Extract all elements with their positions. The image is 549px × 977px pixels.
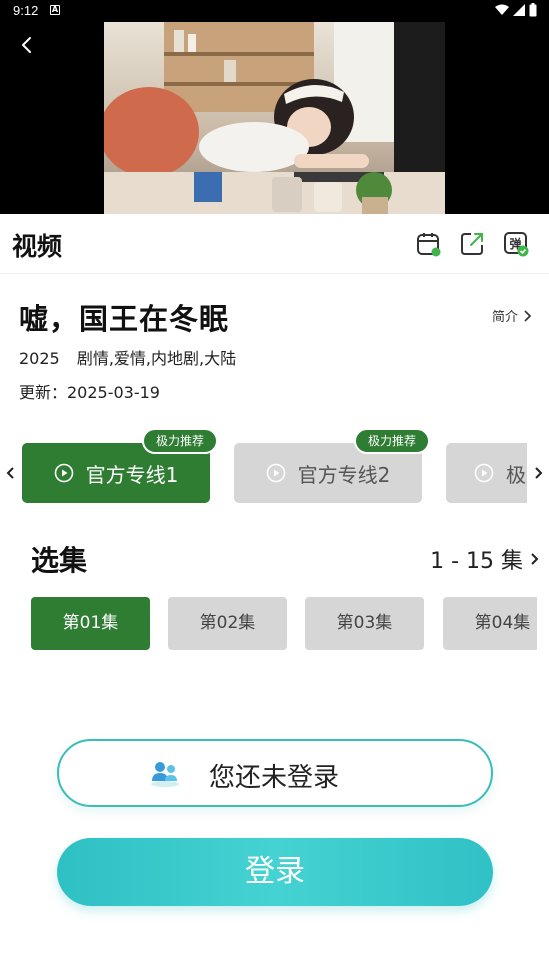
show-year: 2025 (19, 349, 60, 368)
video-player[interactable]: 9:12 A (0, 0, 549, 214)
recommend-badge: 极力推荐 (354, 428, 431, 454)
share-icon[interactable] (459, 231, 485, 257)
episodes-title: 选集 (31, 544, 88, 577)
notification-a-icon: A (50, 5, 60, 15)
login-status-card[interactable]: 您还未登录 (57, 739, 493, 807)
show-update: 更新：2025-03-19 (19, 383, 160, 402)
chevron-right-icon[interactable] (533, 463, 545, 483)
show-title: 嘘，国王在冬眠 (19, 302, 230, 336)
play-circle-icon (266, 463, 285, 483)
episode-item-3[interactable]: 第03集 (305, 597, 424, 650)
episode-item-4[interactable]: 第04集 (443, 597, 537, 650)
play-circle-icon (474, 463, 494, 483)
show-meta: 2025 剧情,爱情,内地剧,大陆 (19, 345, 236, 369)
episodes-range[interactable]: 1 - 15 集 (430, 543, 539, 575)
episode-list: 第01集 第02集 第03集 第04集 (31, 597, 537, 651)
source-label: 官方专线1 (85, 462, 179, 487)
episode-item-1[interactable]: 第01集 (31, 597, 150, 650)
source-item-3[interactable]: 极 (446, 443, 527, 503)
battery-icon (529, 3, 537, 17)
intro-label: 简介 (491, 310, 518, 325)
page-title: 视频 (12, 232, 63, 261)
source-label: 极 (506, 462, 526, 487)
chevron-left-icon[interactable] (4, 463, 16, 483)
status-bar: 9:12 A (0, 0, 549, 22)
chevron-right-icon (531, 553, 539, 565)
danmaku-icon[interactable]: 弹 (503, 231, 529, 257)
users-icon (151, 762, 179, 787)
login-status-text: 您还未登录 (209, 763, 340, 793)
wifi-icon (495, 4, 509, 15)
signal-icon (513, 4, 525, 16)
intro-link[interactable]: 简介 (492, 306, 532, 325)
source-label: 官方专线2 (297, 462, 391, 487)
page-header: 视频 弹 (0, 214, 549, 274)
status-icons (495, 3, 537, 17)
episodes-range-label: 1 - 15 集 (430, 549, 523, 574)
back-arrow-icon[interactable] (16, 34, 38, 56)
video-scene-image (104, 22, 445, 214)
show-genres: 剧情,爱情,内地剧,大陆 (76, 349, 237, 368)
calendar-icon[interactable] (416, 231, 442, 257)
chevron-right-icon (524, 309, 532, 322)
status-time: 9:12 (13, 3, 39, 18)
play-circle-icon (54, 463, 73, 483)
login-button[interactable]: 登录 (57, 838, 493, 906)
video-frame[interactable] (104, 22, 445, 214)
episode-item-2[interactable]: 第02集 (168, 597, 287, 650)
source-list: 官方专线1 极力推荐 官方专线2 极力推荐 极 (22, 428, 527, 508)
recommend-badge: 极力推荐 (142, 428, 219, 454)
